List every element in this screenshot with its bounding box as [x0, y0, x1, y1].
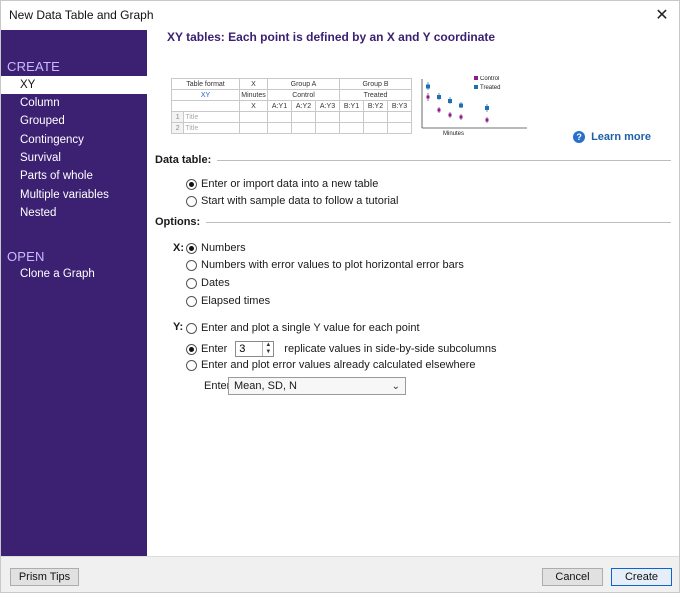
radio-label: Enter and plot a single Y value for each…: [201, 322, 420, 334]
close-icon[interactable]: ✕: [651, 4, 673, 26]
legend-swatch-control: [474, 76, 478, 80]
radio-sample-data[interactable]: Start with sample data to follow a tutor…: [186, 194, 398, 208]
radio-label: Elapsed times: [201, 295, 271, 307]
radio-label: Numbers with error values to plot horizo…: [201, 259, 464, 271]
stepper-down-icon[interactable]: ▼: [263, 349, 273, 356]
preview-col-a2: A:Y2: [291, 100, 316, 112]
radio-x-error-values[interactable]: Numbers with error values to plot horizo…: [186, 258, 464, 272]
options-label: Options:: [155, 216, 201, 228]
replicate-count-stepper[interactable]: ▲ ▼: [235, 341, 275, 357]
radio-label: Enter: [201, 343, 228, 355]
radio-button[interactable]: [186, 322, 197, 334]
preview-col-a1: A:Y1: [267, 100, 292, 112]
preview-format-label: Table format: [171, 78, 240, 90]
radio-label: Start with sample data to follow a tutor…: [201, 195, 399, 207]
sidebar-item-clone-graph[interactable]: Clone a Graph: [1, 265, 147, 283]
radio-button[interactable]: [186, 259, 197, 271]
select-value: Mean, SD, N: [234, 380, 297, 392]
chart-xlabel: Minutes: [443, 131, 464, 137]
help-icon: ?: [573, 131, 586, 143]
radio-label: Enter or import data into a new table: [201, 178, 379, 190]
legend-swatch-treated: [474, 85, 478, 89]
sidebar-item-parts-of-whole[interactable]: Parts of whole: [1, 167, 147, 185]
learn-more-link[interactable]: ? Learn more: [573, 131, 651, 143]
learn-more-label: Learn more: [591, 131, 651, 143]
data-table-label: Data table:: [155, 154, 212, 166]
sidebar-item-contingency[interactable]: Contingency: [1, 131, 147, 149]
page-title: XY tables: Each point is defined by an X…: [167, 30, 496, 44]
dialog-window: New Data Table and Graph ✕ CREATE XY Col…: [0, 0, 680, 593]
sidebar-heading-open: OPEN: [7, 249, 45, 264]
main-panel: XY tables: Each point is defined by an X…: [147, 30, 679, 556]
radio-enter-new-table[interactable]: Enter or import data into a new table: [186, 177, 378, 191]
radio-button[interactable]: [186, 277, 197, 289]
create-button[interactable]: Create: [611, 568, 672, 586]
title-bar: New Data Table and Graph ✕: [1, 1, 679, 29]
radio-button[interactable]: [186, 195, 197, 207]
radio-label: Numbers: [201, 242, 246, 254]
preview-treated: Treated: [339, 89, 412, 101]
radio-y-error-values[interactable]: Enter and plot error values already calc…: [186, 358, 476, 372]
sidebar: CREATE XY Column Grouped Contingency Sur…: [1, 30, 147, 556]
preview-col-x: X: [239, 100, 268, 112]
data-table-section: Data table:: [155, 153, 671, 167]
preview-row-title: Title: [183, 122, 240, 134]
error-format-select[interactable]: Mean, SD, N ⌄: [228, 377, 406, 395]
cancel-button[interactable]: Cancel: [542, 568, 603, 586]
sidebar-item-survival[interactable]: Survival: [1, 149, 147, 167]
window-title: New Data Table and Graph: [9, 8, 154, 22]
table-format-preview: Table format X Group A Group B XY Minute…: [170, 78, 412, 134]
radio-button[interactable]: [186, 178, 197, 190]
radio-button[interactable]: [186, 295, 197, 307]
radio-button[interactable]: [186, 359, 197, 371]
footer-bar: Prism Tips Cancel Create: [1, 556, 679, 592]
stepper-up-icon[interactable]: ▲: [263, 342, 273, 349]
divider: [206, 221, 671, 223]
radio-y-replicates[interactable]: Enter ▲ ▼ replicate values in side-by-si…: [186, 340, 496, 358]
preview-corner: [171, 100, 240, 112]
preview-col-b1: B:Y1: [339, 100, 364, 112]
radio-x-numbers[interactable]: Numbers: [186, 241, 246, 255]
radio-x-dates[interactable]: Dates: [186, 276, 230, 290]
radio-y-single[interactable]: Enter and plot a single Y value for each…: [186, 321, 420, 335]
radio-button[interactable]: [186, 242, 197, 254]
divider: [217, 159, 671, 161]
preview-x-sub: Minutes: [239, 89, 268, 101]
control-points: [426, 93, 489, 123]
sidebar-item-xy[interactable]: XY: [1, 76, 147, 94]
preview-col-a3: A:Y3: [315, 100, 340, 112]
sidebar-item-grouped[interactable]: Grouped: [1, 112, 147, 130]
preview-group-b: Group B: [339, 78, 412, 90]
radio-label: replicate values in side-by-side subcolu…: [284, 343, 497, 355]
sidebar-heading-create: CREATE: [7, 59, 60, 74]
radio-label: Enter and plot error values already calc…: [201, 359, 476, 371]
preview-control: Control: [267, 89, 340, 101]
preview-row-title: Title: [183, 111, 240, 123]
preview-group-a: Group A: [267, 78, 340, 90]
legend-treated: Treated: [480, 85, 500, 91]
preview-format-value: XY: [171, 89, 240, 101]
sidebar-item-column[interactable]: Column: [1, 94, 147, 112]
preview-col-b2: B:Y2: [363, 100, 388, 112]
sidebar-item-multiple-variables[interactable]: Multiple variables: [1, 186, 147, 204]
x-options-label: X:: [173, 242, 184, 254]
legend-control: Control: [480, 76, 499, 82]
radio-button[interactable]: [186, 343, 197, 355]
xy-sample-graph: Control Treated Minutes: [421, 76, 527, 137]
y-options-label: Y:: [173, 321, 184, 333]
options-section: Options:: [155, 215, 671, 229]
preview-x-header: X: [239, 78, 268, 90]
sidebar-item-nested[interactable]: Nested: [1, 204, 147, 222]
preview-row-number: 2: [170, 122, 185, 134]
prism-tips-button[interactable]: Prism Tips: [10, 568, 79, 586]
replicate-count-input[interactable]: [236, 342, 263, 356]
radio-label: Dates: [201, 277, 230, 289]
preview-col-b3: B:Y3: [387, 100, 412, 112]
chevron-down-icon: ⌄: [391, 380, 400, 392]
preview-row-number: 1: [170, 111, 185, 123]
radio-x-elapsed-times[interactable]: Elapsed times: [186, 294, 270, 308]
